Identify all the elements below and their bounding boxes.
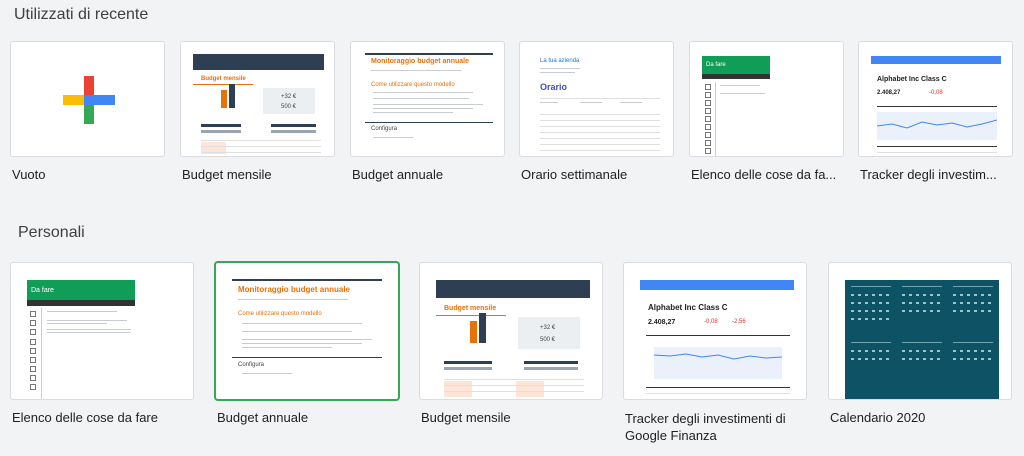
thumb-stat: +32 € [540,325,556,331]
template-thumbnail-weekly-schedule[interactable]: La tua azienda Orario [519,41,674,157]
template-card-weekly-schedule[interactable]: La tua azienda Orario Orario settimanale [519,41,675,191]
template-card-annual-budget[interactable]: Monitoraggio budget annuale Come utilizz… [350,41,506,191]
thumb-title: Budget mensile [201,76,246,82]
template-label: Budget mensile [421,410,511,425]
thumb-footer: Configura [238,362,265,368]
template-card-calendar-personal[interactable]: Calendario 2020 [828,262,1014,437]
thumb-header: La tua azienda [540,58,580,64]
template-thumbnail-monthly-budget[interactable]: Budget mensile +32 € 500 € [419,262,603,400]
template-thumbnail-todo[interactable]: Da fare [689,41,844,157]
template-label: Budget annuale [352,167,444,182]
template-card-investment-tracker[interactable]: Alphabet Inc Class C 2.408,27 -0,08 Trac… [858,41,1014,191]
thumb-price: 2.408,27 [648,319,676,326]
template-thumbnail-investment-tracker[interactable]: Alphabet Inc Class C 2.408,27 -0,08 [858,41,1013,157]
thumb-stat: 500 € [281,104,297,110]
template-card-blank[interactable]: Vuoto [10,41,166,191]
thumb-title: Alphabet Inc Class C [648,303,728,312]
template-thumbnail-annual-budget[interactable]: Monitoraggio budget annuale Come utilizz… [350,41,505,157]
template-label: Tracker degli investim... [860,167,997,182]
template-card-todo[interactable]: Da fare Elenco delle cose da fa... [689,41,845,191]
template-thumbnail-calendar[interactable] [828,262,1012,400]
thumb-title: Budget mensile [444,305,497,312]
plus-icon [63,76,115,124]
section-title-recent: Utilizzati di recente [14,6,149,23]
template-label: Elenco delle cose da fa... [691,167,837,182]
template-card-monthly-budget[interactable]: Budget mensile +32 € 500 € Budget mensil… [180,41,336,191]
template-label: Elenco delle cose da fare [12,410,158,425]
template-thumbnail-investment-tracker[interactable]: Alphabet Inc Class C 2.408,27 -0,08 -2,5… [623,262,807,400]
thumb-price: 2.408,27 [877,90,901,96]
thumb-title: Monitoraggio budget annuale [238,285,350,294]
template-label: Calendario 2020 [830,410,926,425]
template-label: Orario settimanale [521,167,628,182]
thumb-stat: 500 € [540,337,556,343]
section-title-personal: Personali [18,224,85,241]
thumb-title: Da fare [31,287,54,294]
thumb-subtitle: Come utilizzare questo modello [371,82,455,88]
template-thumbnail-annual-budget[interactable]: Monitoraggio budget annuale Come utilizz… [215,262,399,400]
template-label: Vuoto [12,167,46,182]
template-card-todo-personal[interactable]: Da fare Elenco delle cose da fare [10,262,194,437]
template-card-investment-tracker-personal[interactable]: Alphabet Inc Class C 2.408,27 -0,08 -2,5… [623,262,809,447]
thumb-title: Da fare [706,62,726,68]
template-card-monthly-budget-personal[interactable]: Budget mensile +32 € 500 € Budget mensil… [419,262,605,437]
template-thumbnail-monthly-budget[interactable]: Budget mensile +32 € 500 € [180,41,335,157]
template-thumbnail-todo[interactable]: Da fare [10,262,194,400]
thumb-title: Monitoraggio budget annuale [371,58,469,65]
thumb-title: Orario [540,82,568,92]
template-thumbnail-blank[interactable] [10,41,165,157]
thumb-footer: Configura [371,126,398,132]
template-card-annual-budget-personal[interactable]: Monitoraggio budget annuale Come utilizz… [215,262,401,437]
template-label: Tracker degli investimenti di Google Fin… [625,411,786,443]
template-label: Budget annuale [217,410,309,425]
thumb-title: Alphabet Inc Class C [877,76,947,83]
thumb-subtitle: Come utilizzare questo modello [238,311,322,317]
thumb-stat: +32 € [281,94,297,100]
template-label: Budget mensile [182,167,272,182]
